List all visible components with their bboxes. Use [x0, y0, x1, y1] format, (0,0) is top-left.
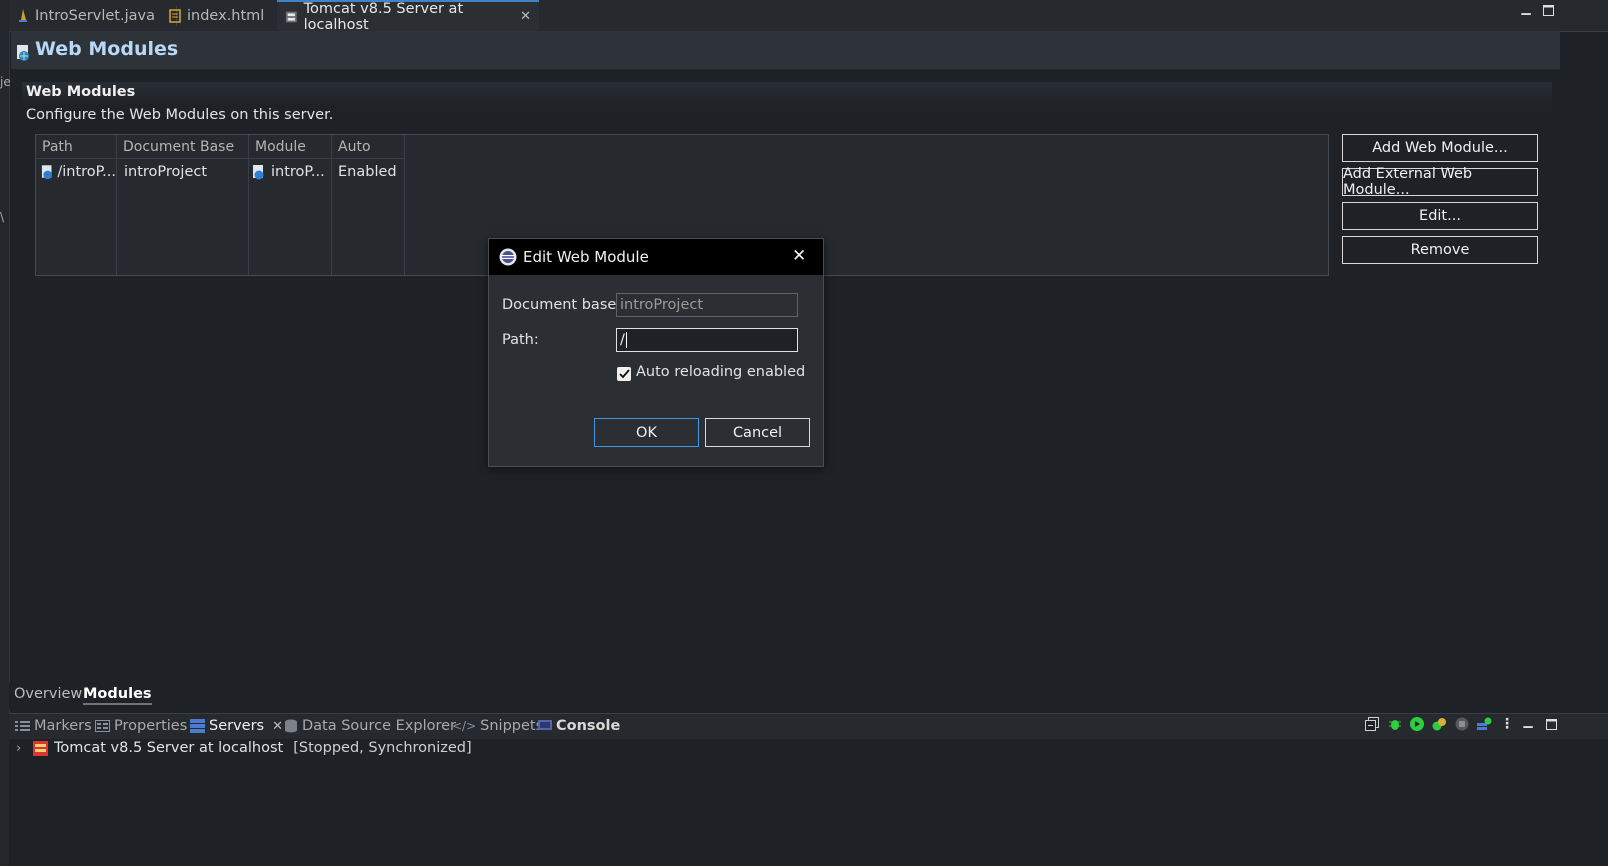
edit-web-module-dialog: Edit Web Module ✕ Document base: introPr…: [488, 238, 824, 467]
web-module-icon: [41, 165, 52, 180]
tomcat-server-icon: [33, 740, 48, 756]
tab-tomcat-server[interactable]: Tomcat v8.5 Server at localhost ✕: [277, 0, 539, 33]
tab-servers[interactable]: Servers ✕: [190, 716, 283, 736]
form-page-tabs: [9, 683, 1561, 709]
tab-label: Tomcat v8.5 Server at localhost: [303, 0, 464, 33]
section-description: Configure the Web Modules on this server…: [26, 107, 334, 123]
tab-data-source-explorer[interactable]: Data Source Explorer: [284, 716, 456, 736]
form-header: [11, 31, 1560, 70]
minimize-icon[interactable]: ▁: [1520, 713, 1536, 729]
checkmark-icon: [618, 369, 630, 379]
add-web-module-button[interactable]: Add Web Module...: [1342, 134, 1538, 162]
maximize-icon[interactable]: [1543, 716, 1559, 732]
debug-icon[interactable]: [1387, 716, 1403, 732]
gutter-text: \: [0, 210, 5, 224]
publish-icon[interactable]: [1476, 716, 1492, 732]
tab-label: index.html: [187, 7, 265, 24]
tab-introservlet[interactable]: IntroServlet.java: [9, 0, 177, 31]
path-field[interactable]: /: [616, 328, 798, 352]
edit-button[interactable]: Edit...: [1342, 202, 1538, 230]
dialog-titlebar[interactable]: Edit Web Module ✕: [489, 239, 823, 275]
properties-icon: [95, 720, 110, 732]
close-icon[interactable]: ✕: [520, 9, 531, 24]
table-cell-path: /introP...: [40, 161, 116, 183]
stop-server-icon[interactable]: [1454, 716, 1470, 732]
tab-console[interactable]: Console: [538, 716, 620, 736]
java-file-icon: [19, 8, 27, 22]
snippets-icon: </>: [452, 719, 477, 733]
table-cell-module: introP...: [251, 161, 329, 183]
auto-reload-label[interactable]: Auto reloading enabled: [636, 364, 805, 380]
document-base-field: introProject: [616, 293, 798, 317]
tab-overview[interactable]: Overview: [14, 686, 82, 702]
column-header-auto-reload[interactable]: Auto Relo: [332, 135, 405, 159]
web-module-icon: [253, 165, 264, 180]
section-header-bar: [22, 82, 1552, 106]
dialog-title: Edit Web Module: [523, 248, 649, 266]
server-editor-icon: [285, 11, 297, 22]
tab-index-html[interactable]: index.html: [161, 0, 291, 31]
remove-button[interactable]: Remove: [1342, 236, 1538, 264]
collapse-all-icon[interactable]: [1364, 716, 1380, 732]
path-label: Path:: [502, 332, 539, 348]
add-external-web-module-button[interactable]: Add External Web Module...: [1342, 166, 1538, 198]
minimize-icon[interactable]: ▁: [1519, 2, 1533, 16]
tab-markers[interactable]: Markers: [15, 716, 92, 736]
expand-chevron-icon[interactable]: ›: [16, 741, 21, 756]
server-status: [Stopped, Synchronized]: [293, 740, 472, 756]
gutter-text: je: [0, 75, 11, 89]
editor-tab-bar: IntroServlet.java index.html Tomcat v8.5…: [9, 0, 1608, 33]
page-title: Web Modules: [35, 38, 179, 60]
data-source-icon: [285, 719, 297, 733]
column-header-path[interactable]: Path: [36, 135, 117, 159]
cancel-button[interactable]: Cancel: [705, 418, 810, 447]
close-icon[interactable]: ✕: [792, 246, 806, 266]
console-icon: [538, 720, 552, 730]
start-server-icon[interactable]: [1409, 716, 1425, 732]
document-base-label: Document base:: [502, 297, 622, 313]
maximize-icon[interactable]: [1541, 5, 1555, 19]
table-cell-auto-reload: Enabled: [338, 164, 397, 180]
auto-reload-checkbox[interactable]: [617, 367, 631, 381]
ok-button[interactable]: OK: [594, 418, 699, 447]
web-module-icon: [17, 45, 29, 61]
section-title: Web Modules: [26, 84, 136, 100]
tab-modules[interactable]: Modules: [83, 686, 152, 705]
tab-properties[interactable]: Properties: [95, 716, 187, 736]
server-tree-item[interactable]: Tomcat v8.5 Server at localhost [Stopped…: [33, 740, 472, 756]
profile-icon[interactable]: [1431, 716, 1447, 732]
column-header-document-base[interactable]: Document Base: [117, 135, 249, 159]
tab-snippets[interactable]: </> Snippets: [452, 716, 543, 736]
column-header-module[interactable]: Module: [249, 135, 332, 159]
servers-view: [9, 739, 1608, 866]
servers-icon: [190, 719, 205, 733]
view-menu-icon[interactable]: ⋮: [1499, 716, 1515, 732]
markers-icon: [15, 721, 30, 731]
server-name: Tomcat v8.5 Server at localhost: [54, 740, 284, 756]
html-file-icon: [169, 8, 181, 23]
table-cell-document-base: introProject: [124, 164, 208, 180]
tab-label: IntroServlet.java: [35, 7, 155, 24]
eclipse-icon: [499, 248, 517, 266]
close-icon[interactable]: ✕: [272, 719, 283, 734]
